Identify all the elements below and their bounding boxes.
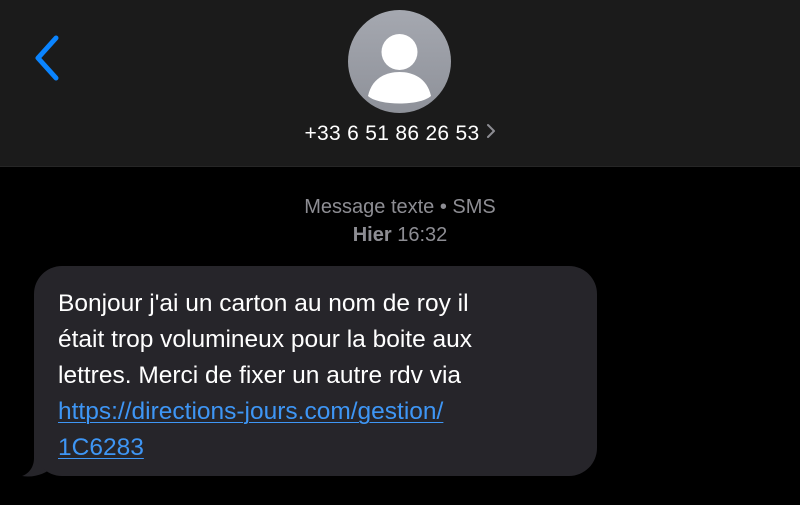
incoming-message-bubble[interactable]: Bonjour j'ai un carton au nom de roy il …	[34, 266, 597, 476]
timestamp-day: Hier	[352, 224, 392, 246]
chevron-right-icon	[486, 121, 496, 145]
chevron-left-icon	[35, 35, 59, 81]
contact-name-button[interactable]: +33 6 51 86 26 53	[0, 122, 800, 146]
conversation-header: +33 6 51 86 26 53	[0, 0, 800, 167]
timestamp-time: 16:32	[397, 224, 448, 246]
message-type-label: Message texte • SMS	[304, 196, 496, 218]
message-link[interactable]: https://directions-jours.com/gestion/ 1C…	[58, 394, 573, 466]
message-timestamp: Hier 16:32	[0, 224, 800, 247]
contact-number: +33 6 51 86 26 53	[304, 122, 480, 145]
back-button[interactable]	[26, 30, 70, 86]
person-placeholder-icon	[368, 34, 431, 104]
contact-avatar[interactable]	[348, 10, 451, 113]
messages-screen: +33 6 51 86 26 53 Message texte • SMS Hi…	[0, 0, 800, 505]
message-text: Bonjour j'ai un carton au nom de roy il …	[58, 290, 473, 389]
